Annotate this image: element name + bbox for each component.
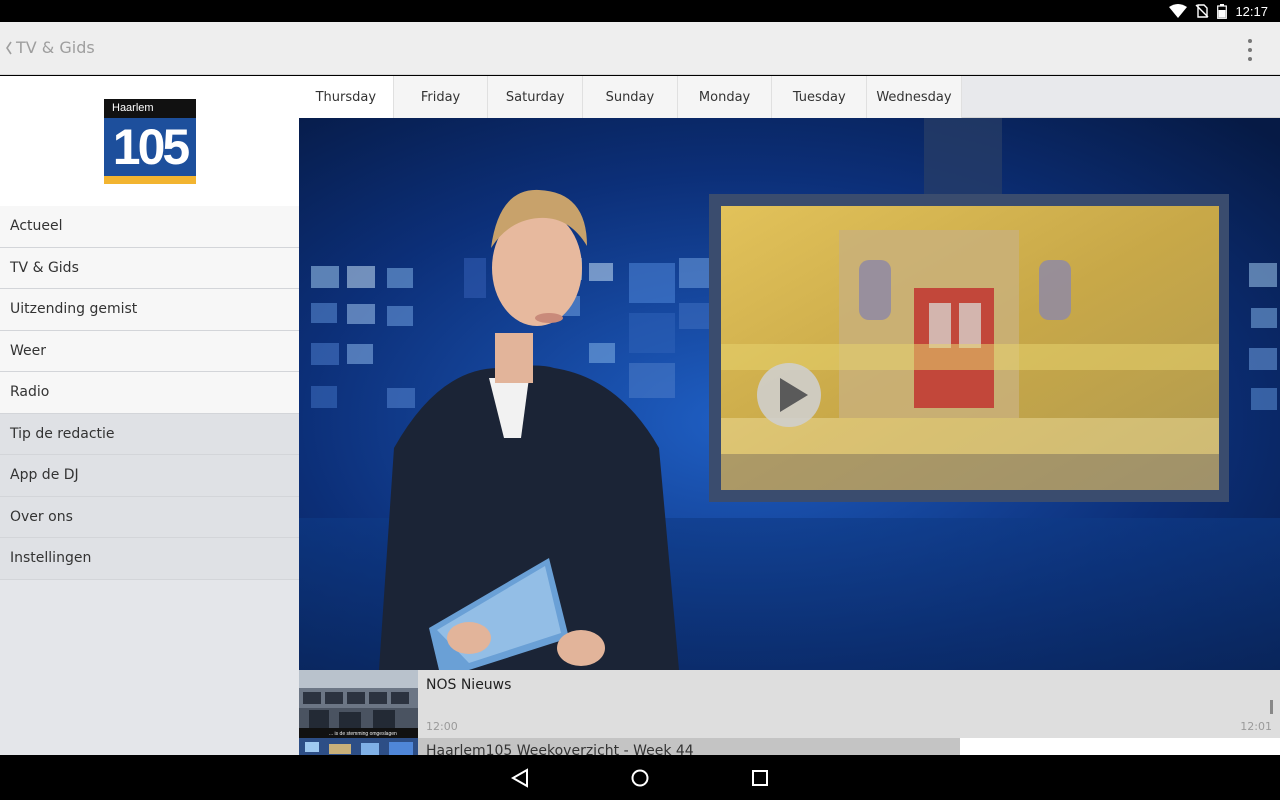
day-tabs: Thursday Friday Saturday Sunday Monday T… bbox=[299, 76, 1280, 118]
video-frame bbox=[299, 118, 1280, 670]
list-item[interactable]: Haarlem105 Weekoverzicht - Week 44 bbox=[299, 738, 1280, 755]
menu-dot bbox=[1248, 48, 1252, 52]
tab-thursday[interactable]: Thursday bbox=[299, 76, 394, 118]
logo-top-text: Haarlem bbox=[104, 99, 196, 118]
thumbnail-caption: ... is de stemming omgeslagen bbox=[329, 731, 397, 737]
tab-tuesday[interactable]: Tuesday bbox=[772, 76, 868, 118]
scrollbar[interactable] bbox=[1270, 700, 1273, 714]
sidebar-item-actueel[interactable]: Actueel bbox=[0, 206, 299, 248]
sidebar-item-tv-gids[interactable]: TV & Gids bbox=[0, 247, 299, 289]
sidebar: Haarlem 105 Actueel TV & Gids Uitzending… bbox=[0, 76, 299, 755]
program-thumbnail bbox=[299, 738, 418, 755]
video-player[interactable] bbox=[299, 118, 1280, 670]
sidebar-nav: Actueel TV & Gids Uitzending gemist Weer… bbox=[0, 206, 299, 580]
sidebar-item-uitzending-gemist[interactable]: Uitzending gemist bbox=[0, 289, 299, 331]
system-nav-bar bbox=[0, 755, 1280, 800]
logo-number: 105 bbox=[112, 119, 190, 175]
menu-dot bbox=[1248, 57, 1252, 61]
sidebar-item-over-ons[interactable]: Over ons bbox=[0, 496, 299, 538]
back-chevron-icon[interactable] bbox=[4, 38, 14, 58]
menu-dot bbox=[1248, 39, 1252, 43]
main-content: Thursday Friday Saturday Sunday Monday T… bbox=[299, 76, 1280, 755]
tab-friday[interactable]: Friday bbox=[393, 76, 489, 118]
app-bar: TV & Gids bbox=[0, 22, 1280, 75]
list-item[interactable]: ... is de stemming omgeslagen NOS Nieuws… bbox=[299, 670, 1280, 738]
sidebar-item-app-de-dj[interactable]: App de DJ bbox=[0, 455, 299, 497]
newsroom-thumbnail: ... is de stemming omgeslagen bbox=[299, 670, 418, 738]
battery-icon bbox=[1217, 3, 1228, 19]
sidebar-item-weer[interactable]: Weer bbox=[0, 330, 299, 372]
recents-icon[interactable] bbox=[747, 765, 773, 791]
program-end-time: 12:01 bbox=[1240, 720, 1272, 733]
tab-saturday[interactable]: Saturday bbox=[488, 76, 584, 118]
sidebar-item-radio[interactable]: Radio bbox=[0, 372, 299, 414]
program-title: Haarlem105 Weekoverzicht - Week 44 bbox=[426, 743, 694, 755]
screen: 12:17 TV & Gids Haarlem 105 Actueel TV &… bbox=[0, 0, 1280, 800]
tab-sunday[interactable]: Sunday bbox=[583, 76, 678, 118]
sidebar-item-tip-de-redactie[interactable]: Tip de redactie bbox=[0, 413, 299, 455]
tab-monday[interactable]: Monday bbox=[677, 76, 773, 118]
no-sim-icon bbox=[1195, 4, 1209, 18]
page-title[interactable]: TV & Gids bbox=[16, 38, 95, 57]
status-icons: 12:17 bbox=[1169, 3, 1268, 19]
program-list: ... is de stemming omgeslagen NOS Nieuws… bbox=[299, 670, 1280, 755]
haarlem105-logo: Haarlem 105 bbox=[104, 99, 196, 184]
clock: 12:17 bbox=[1235, 3, 1268, 19]
overflow-menu-icon[interactable] bbox=[1240, 39, 1260, 61]
logo-stripe bbox=[104, 176, 196, 184]
sidebar-item-instellingen[interactable]: Instellingen bbox=[0, 538, 299, 580]
program-title: NOS Nieuws bbox=[426, 677, 512, 693]
tab-wednesday[interactable]: Wednesday bbox=[867, 76, 962, 118]
status-bar: 12:17 bbox=[0, 0, 1280, 22]
logo-area: Haarlem 105 bbox=[0, 76, 299, 206]
back-icon[interactable] bbox=[507, 765, 533, 791]
program-thumbnail: ... is de stemming omgeslagen bbox=[299, 670, 418, 738]
home-icon[interactable] bbox=[627, 765, 653, 791]
program-start-time: 12:00 bbox=[426, 720, 458, 733]
wifi-icon bbox=[1169, 4, 1188, 18]
studio-thumbnail bbox=[299, 738, 418, 755]
